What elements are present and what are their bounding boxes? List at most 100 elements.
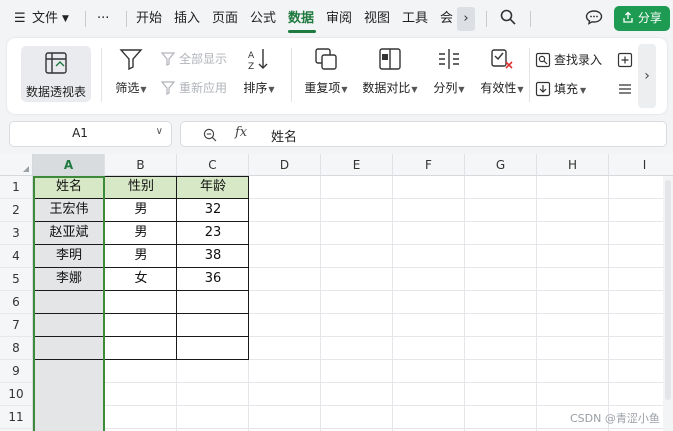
show-all-button[interactable]: 全部显示 xyxy=(160,50,227,68)
lookup-entry-button[interactable]: 查找录入 xyxy=(535,51,602,69)
cell-c4[interactable]: 38 xyxy=(177,245,249,268)
pivot-table-icon xyxy=(45,52,67,74)
chevron-down-icon: ▼ xyxy=(458,85,465,94)
reapply-button[interactable]: 重新应用 xyxy=(160,79,227,97)
column-header-a[interactable]: A xyxy=(33,154,105,176)
row-header-9[interactable]: 9 xyxy=(0,360,33,383)
gridline-vertical xyxy=(392,176,393,431)
tab-start[interactable]: 开始 xyxy=(136,9,162,29)
share-button[interactable]: 分享 xyxy=(614,6,670,31)
chat-icon[interactable] xyxy=(585,9,603,29)
cell-c3[interactable]: 23 xyxy=(177,222,249,245)
column-header-i[interactable]: I xyxy=(609,154,673,176)
name-box[interactable]: A1 ∨ xyxy=(9,121,172,147)
reapply-label: 重新应用 xyxy=(179,81,228,95)
chevron-down-icon: ▼ xyxy=(580,86,587,95)
pivot-table-button[interactable]: 数据透视表 xyxy=(21,46,91,102)
cell-b1[interactable]: 性别 xyxy=(105,176,177,199)
cell-b3[interactable]: 男 xyxy=(105,222,177,245)
ribbon-scroll-right-icon[interactable]: › xyxy=(638,44,656,108)
gridline-vertical xyxy=(320,176,321,431)
column-header-e[interactable]: E xyxy=(321,154,393,176)
duplicates-label: 重复项 xyxy=(304,81,341,95)
column-header-h[interactable]: H xyxy=(537,154,609,176)
formula-value[interactable]: 姓名 xyxy=(271,126,297,145)
list-icon[interactable] xyxy=(617,80,636,98)
chevron-down-icon: ▼ xyxy=(517,85,524,94)
cell-c1[interactable]: 年龄 xyxy=(177,176,249,199)
filter-button[interactable]: 筛选▼ xyxy=(111,46,151,96)
tab-data[interactable]: 数据 xyxy=(288,9,314,29)
pivot-table-label: 数据透视表 xyxy=(25,85,86,99)
file-menu[interactable]: 文件 xyxy=(32,9,58,29)
zoom-icon[interactable] xyxy=(203,128,217,142)
row-header-11[interactable]: 11 xyxy=(0,406,33,429)
fx-icon[interactable]: fx xyxy=(235,125,247,140)
show-all-label: 全部显示 xyxy=(179,52,228,66)
spreadsheet-grid[interactable]: A B C D E F G H I 1 2 3 4 5 6 7 8 9 10 1… xyxy=(0,154,673,431)
gridline-horizontal xyxy=(33,405,663,406)
row-header-8[interactable]: 8 xyxy=(0,337,33,360)
cell-b4[interactable]: 男 xyxy=(105,245,177,268)
sort-label: 排序 xyxy=(243,81,268,95)
chevron-down-icon[interactable]: ▼ xyxy=(62,9,69,29)
scrollbar-thumb[interactable] xyxy=(665,180,671,400)
column-header-g[interactable]: G xyxy=(465,154,537,176)
tab-view[interactable]: 视图 xyxy=(364,9,390,29)
vertical-scrollbar[interactable] xyxy=(663,176,673,431)
ribbon-toolbar: 数据透视表 筛选▼ 全部显示 重新应用 AZ 排序▼ 重复项▼ 数据对比▼ 分列… xyxy=(7,38,667,114)
cell-c5[interactable]: 36 xyxy=(177,268,249,291)
validity-label: 有效性 xyxy=(480,81,517,95)
search-icon[interactable] xyxy=(500,9,516,29)
tab-member[interactable]: 会 xyxy=(440,9,453,29)
row-header-7[interactable]: 7 xyxy=(0,314,33,337)
chevron-down-icon: ▼ xyxy=(341,85,348,94)
tab-review[interactable]: 审阅 xyxy=(326,9,352,29)
column-header-c[interactable]: C xyxy=(177,154,249,176)
reapply-icon xyxy=(160,81,176,95)
column-header-d[interactable]: D xyxy=(249,154,321,176)
watermark: CSDN @青涩小鱼 xyxy=(570,412,660,425)
chevron-right-icon[interactable]: › xyxy=(457,7,475,31)
tab-insert[interactable]: 插入 xyxy=(174,9,200,29)
row-header-2[interactable]: 2 xyxy=(0,199,33,222)
chevron-down-icon[interactable]: ∨ xyxy=(156,126,163,137)
column-header-f[interactable]: F xyxy=(393,154,465,176)
row-header-6[interactable]: 6 xyxy=(0,291,33,314)
cell-b2[interactable]: 男 xyxy=(105,199,177,222)
svg-text:A: A xyxy=(248,51,255,61)
fill-icon xyxy=(535,81,551,97)
row-header-10[interactable]: 10 xyxy=(0,383,33,406)
gridline-horizontal xyxy=(33,428,663,429)
formula-bar[interactable]: fx 姓名 xyxy=(180,121,667,147)
add-row-icon[interactable] xyxy=(617,51,636,69)
fill-button[interactable]: 填充 ▼ xyxy=(535,80,586,98)
row-header-3[interactable]: 3 xyxy=(0,222,33,245)
sort-button[interactable]: AZ 排序▼ xyxy=(239,46,279,96)
tab-tools[interactable]: 工具 xyxy=(402,9,428,29)
cell-b5[interactable]: 女 xyxy=(105,268,177,291)
row-header-1[interactable]: 1 xyxy=(0,176,33,199)
tab-formula[interactable]: 公式 xyxy=(250,9,276,29)
validity-button[interactable]: 有效性▼ xyxy=(475,46,529,96)
more-menu[interactable]: ··· xyxy=(97,9,109,29)
lookup-entry-label: 查找录入 xyxy=(554,53,603,67)
column-header-b[interactable]: B xyxy=(105,154,177,176)
tab-page[interactable]: 页面 xyxy=(212,9,238,29)
active-tab-indicator xyxy=(288,30,316,33)
name-box-value: A1 xyxy=(72,126,88,140)
split-column-icon xyxy=(439,49,459,69)
hamburger-icon[interactable]: ☰ xyxy=(14,9,26,29)
data-compare-button[interactable]: 数据对比▼ xyxy=(359,46,421,96)
gridline-vertical xyxy=(536,176,537,431)
split-column-button[interactable]: 分列▼ xyxy=(429,46,469,96)
duplicates-button[interactable]: 重复项▼ xyxy=(301,46,351,96)
row-header-4[interactable]: 4 xyxy=(0,245,33,268)
row-header-5[interactable]: 5 xyxy=(0,268,33,291)
select-all-corner[interactable] xyxy=(0,154,33,176)
sort-icon: AZ xyxy=(248,49,268,72)
cell-c2[interactable]: 32 xyxy=(177,199,249,222)
chevron-down-icon: ▼ xyxy=(268,85,275,94)
gridline-horizontal xyxy=(33,382,663,383)
data-compare-label: 数据对比 xyxy=(362,81,411,95)
